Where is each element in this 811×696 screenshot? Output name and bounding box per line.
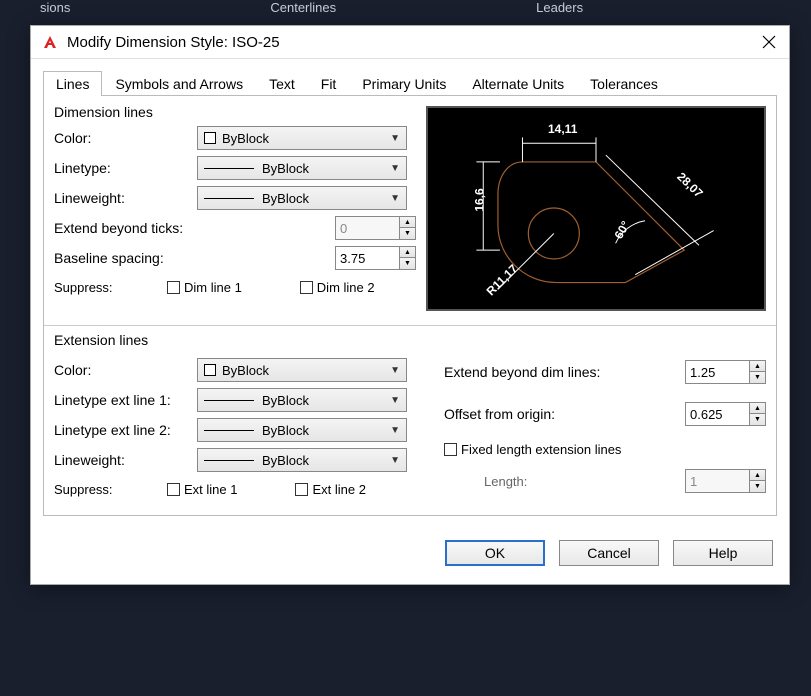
- autocad-logo-icon: [41, 33, 59, 51]
- spin-down-icon[interactable]: ▼: [400, 258, 415, 269]
- input-baseline-spacing[interactable]: [335, 246, 400, 270]
- label-ext-lt2: Linetype ext line 2:: [54, 422, 189, 438]
- tab-lines[interactable]: Lines: [43, 71, 102, 96]
- combo-dim-lineweight[interactable]: ByBlock ▼: [197, 186, 407, 210]
- checkbox-box-icon: [300, 281, 313, 294]
- spin-up-icon[interactable]: ▲: [750, 403, 765, 414]
- spin-up-icon[interactable]: ▲: [750, 361, 765, 372]
- modify-dimension-style-dialog: Modify Dimension Style: ISO-25 Lines Sym…: [30, 25, 790, 585]
- group-dimension-lines: Dimension lines: [54, 104, 416, 120]
- tab-panel-lines: Dimension lines Color: ByBlock ▼ Linetyp…: [43, 95, 777, 516]
- checkbox-box-icon: [167, 281, 180, 294]
- label-linetype: Linetype:: [54, 160, 189, 176]
- spin-up-icon[interactable]: ▲: [750, 470, 765, 481]
- dialog-title: Modify Dimension Style: ISO-25: [67, 34, 280, 51]
- spin-down-icon[interactable]: ▼: [750, 414, 765, 425]
- input-extend-beyond-dim[interactable]: [685, 360, 750, 384]
- combo-dim-linetype[interactable]: ByBlock ▼: [197, 156, 407, 180]
- dialog-buttons: OK Cancel Help: [31, 528, 789, 584]
- label-ext-color: Color:: [54, 362, 189, 378]
- color-swatch-icon: [204, 364, 216, 376]
- spinner-offset-origin[interactable]: ▲▼: [685, 402, 766, 426]
- linetype-sample-icon: [204, 430, 254, 431]
- label-lineweight: Lineweight:: [54, 190, 189, 206]
- combo-ext-lineweight[interactable]: ByBlock ▼: [197, 448, 407, 472]
- chevron-down-icon: ▼: [390, 395, 400, 406]
- tab-symbols-arrows[interactable]: Symbols and Arrows: [102, 71, 256, 96]
- tab-primary-units[interactable]: Primary Units: [349, 71, 459, 96]
- checkbox-dim-line-2[interactable]: Dim line 2: [300, 280, 375, 295]
- combo-dim-color[interactable]: ByBlock ▼: [197, 126, 407, 150]
- preview-dim-top: 14,11: [548, 122, 577, 136]
- label-color: Color:: [54, 130, 189, 146]
- tab-text[interactable]: Text: [256, 71, 308, 96]
- spin-up-icon[interactable]: ▲: [400, 247, 415, 258]
- lineweight-sample-icon: [204, 460, 254, 461]
- tab-alternate-units[interactable]: Alternate Units: [459, 71, 577, 96]
- label-ext-lt1: Linetype ext line 1:: [54, 392, 189, 408]
- titlebar: Modify Dimension Style: ISO-25: [31, 26, 789, 59]
- chevron-down-icon: ▼: [390, 193, 400, 204]
- preview-pane: 14,11 16,6 28,07 60° R11,17: [426, 106, 766, 311]
- spin-down-icon[interactable]: ▼: [750, 372, 765, 383]
- tab-fit[interactable]: Fit: [308, 71, 350, 96]
- divider: [44, 325, 776, 326]
- spin-down-icon[interactable]: ▼: [400, 228, 415, 239]
- spin-up-icon[interactable]: ▲: [400, 217, 415, 228]
- close-icon[interactable]: [759, 32, 779, 52]
- label-ext-lineweight: Lineweight:: [54, 452, 189, 468]
- label-baseline-spacing: Baseline spacing:: [54, 250, 234, 266]
- chevron-down-icon: ▼: [390, 163, 400, 174]
- spin-down-icon[interactable]: ▼: [750, 481, 765, 492]
- checkbox-box-icon: [167, 483, 180, 496]
- background-ribbon: sions Centerlines Leaders: [0, 0, 811, 15]
- tab-strip: Lines Symbols and Arrows Text Fit Primar…: [31, 59, 789, 96]
- label-ext-suppress: Suppress:: [54, 482, 149, 497]
- ok-button[interactable]: OK: [445, 540, 545, 566]
- spinner-baseline-spacing[interactable]: ▲▼: [335, 246, 416, 270]
- combo-ext-lt2[interactable]: ByBlock ▼: [197, 418, 407, 442]
- linetype-sample-icon: [204, 400, 254, 401]
- combo-ext-lt1[interactable]: ByBlock ▼: [197, 388, 407, 412]
- checkbox-box-icon: [295, 483, 308, 496]
- checkbox-ext-line-2[interactable]: Ext line 2: [295, 482, 365, 497]
- label-extend-ticks: Extend beyond ticks:: [54, 220, 234, 236]
- input-extend-ticks: [335, 216, 400, 240]
- combo-ext-color[interactable]: ByBlock ▼: [197, 358, 407, 382]
- cancel-button[interactable]: Cancel: [559, 540, 659, 566]
- color-swatch-icon: [204, 132, 216, 144]
- label-suppress: Suppress:: [54, 280, 149, 295]
- label-offset-origin: Offset from origin:: [444, 406, 614, 422]
- spinner-length[interactable]: ▲▼: [685, 469, 766, 493]
- input-offset-origin[interactable]: [685, 402, 750, 426]
- chevron-down-icon: ▼: [390, 425, 400, 436]
- label-extend-beyond-dim: Extend beyond dim lines:: [444, 364, 614, 380]
- input-length: [685, 469, 750, 493]
- chevron-down-icon: ▼: [390, 365, 400, 376]
- help-button[interactable]: Help: [673, 540, 773, 566]
- spinner-extend-ticks[interactable]: ▲▼: [335, 216, 416, 240]
- chevron-down-icon: ▼: [390, 455, 400, 466]
- group-extension-lines: Extension lines: [54, 332, 766, 348]
- preview-dim-left: 16,6: [473, 188, 487, 211]
- lineweight-sample-icon: [204, 198, 254, 199]
- label-length: Length:: [484, 474, 604, 489]
- chevron-down-icon: ▼: [390, 133, 400, 144]
- checkbox-fixed-length[interactable]: Fixed length extension lines: [444, 442, 621, 457]
- linetype-sample-icon: [204, 168, 254, 169]
- checkbox-ext-line-1[interactable]: Ext line 1: [167, 482, 237, 497]
- tab-tolerances[interactable]: Tolerances: [577, 71, 671, 96]
- checkbox-box-icon: [444, 443, 457, 456]
- checkbox-dim-line-1[interactable]: Dim line 1: [167, 280, 242, 295]
- spinner-extend-beyond-dim[interactable]: ▲▼: [685, 360, 766, 384]
